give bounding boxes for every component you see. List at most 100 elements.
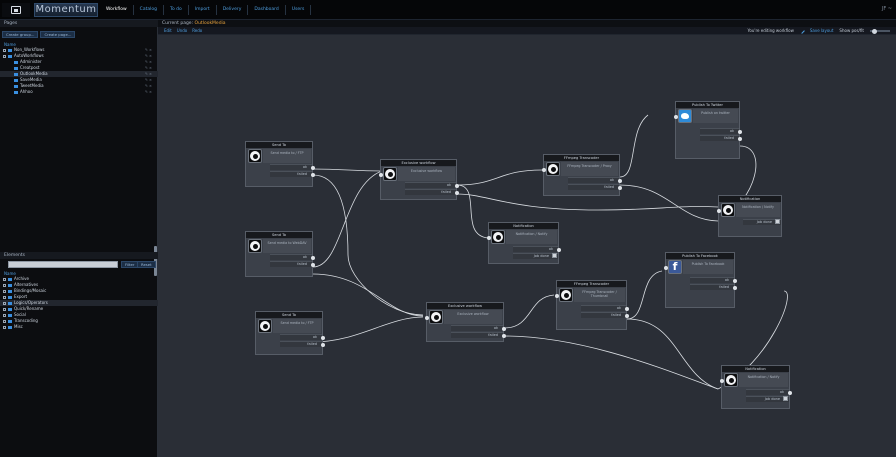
output-port-failed[interactable]: failed [270,261,315,267]
expand-icon[interactable] [3,313,6,317]
elements-search-input[interactable] [8,261,118,268]
port-connector[interactable] [310,172,315,177]
workflow-node-exclusive[interactable]: Exclusive workflow Exclusive workflow ok… [378,159,459,200]
app-logo[interactable] [2,3,30,17]
output-port-ok[interactable]: ok [513,246,561,252]
port-connector[interactable] [787,390,792,395]
expand-icon[interactable] [3,48,6,52]
tree-item-ahhoo[interactable]: Ahhoo ✎ × [0,89,158,95]
port-connector[interactable] [310,165,315,170]
port-connector[interactable] [501,333,506,338]
output-port-failed[interactable]: failed [568,184,622,190]
port-connector[interactable] [624,313,629,318]
node-description: Send media to / FTP [263,149,311,163]
input-port-connector[interactable] [719,379,724,383]
input-port-connector[interactable] [716,209,721,213]
workflow-node-notification[interactable]: Notification Notification / Notify ok Jo… [719,365,792,409]
workflow-node-send-to[interactable]: Send To Send media to / FTP ok failed [255,311,325,355]
input-port-connector[interactable] [663,266,668,270]
editor-toolbar: Edit Undo Redo You're editing workflow S… [158,27,896,35]
filter-button[interactable]: Filter [121,261,139,268]
output-port-ok[interactable]: ok [581,305,629,311]
output-port-failed[interactable]: failed [270,171,315,177]
element-group-misc[interactable]: Misc [0,324,158,330]
output-port-ok[interactable]: ok [270,164,315,170]
menu-todo[interactable]: To do [164,5,189,15]
menu-workflow[interactable]: Workflow [100,5,134,15]
output-port-failed[interactable]: failed [581,312,629,318]
input-port-connector[interactable] [554,294,559,298]
redo-button[interactable]: Redo [192,28,202,34]
menu-users[interactable]: Users [286,5,312,15]
port-connector[interactable] [732,278,737,283]
input-port-connector[interactable] [486,236,491,240]
port-connector[interactable] [617,178,622,183]
port-connector[interactable] [556,247,561,252]
input-port-connector[interactable] [541,168,546,172]
port-connector[interactable] [310,255,315,260]
workflow-node-twitter[interactable]: Publish To Twitter Publish on twitter ok… [673,101,742,159]
port-connector[interactable] [737,136,742,141]
output-port-failed[interactable]: failed [700,135,742,141]
workflow-canvas[interactable]: Send To Send media to / FTP ok failed Se… [158,35,896,457]
port-connector[interactable] [454,183,459,188]
undo-button[interactable]: Undo [177,28,187,34]
port-connector[interactable] [310,262,315,267]
output-port-failed[interactable]: failed [690,284,737,290]
menu-delivery[interactable]: Delivery [217,5,249,15]
output-port-ok[interactable]: ok [700,128,742,134]
expand-icon[interactable] [3,301,6,305]
workflow-node-ffmpeg[interactable]: FFmpeg Transcoder FFmpeg Transcoder / Th… [554,280,629,330]
port-connector[interactable] [732,285,737,290]
expand-icon[interactable] [3,283,6,287]
create-group-button[interactable]: Create group... [2,31,39,38]
expand-icon[interactable] [3,289,6,293]
workflow-node-ffmpeg[interactable]: FFmpeg Transcoder FFmpeg Transcoder / Pr… [541,154,622,196]
output-port-failed[interactable]: failed [405,189,459,195]
output-port-failed[interactable]: failed [451,332,506,338]
job-done-button[interactable] [783,396,788,401]
output-port-ok[interactable]: ok [690,277,737,283]
expand-icon[interactable] [3,277,6,281]
port-connector[interactable] [617,185,622,190]
create-page-button[interactable]: Create page... [40,31,76,38]
workflow-node-exclusive[interactable]: Exclusive workflow Exclusive workflow ok… [424,302,506,342]
workflow-node-notification[interactable]: Notification Notification / Notify Job d… [716,195,782,237]
workflow-node-facebook[interactable]: Publish To Facebook f Publish To Faceboo… [663,252,737,308]
zoom-slider[interactable] [870,28,890,34]
expand-icon[interactable] [3,325,6,329]
output-port-ok[interactable]: ok [451,325,506,331]
port-connector[interactable] [737,129,742,134]
output-port-ok[interactable]: ok [270,254,315,260]
input-port-connector[interactable] [673,115,678,119]
port-connector[interactable] [501,326,506,331]
collapse-icon[interactable] [3,54,6,58]
edit-button[interactable]: Edit [164,28,172,34]
job-done-button[interactable] [775,219,780,224]
input-port-connector[interactable] [424,316,429,320]
port-connector[interactable] [454,190,459,195]
edit-icon[interactable]: ✎ × [145,89,152,95]
menu-catalog[interactable]: Catalog [134,5,164,15]
menu-dashboard[interactable]: Dashboard [248,5,286,15]
menu-import[interactable]: Import [189,5,217,15]
expand-icon[interactable] [3,307,6,311]
output-port-ok[interactable]: ok [746,389,792,395]
save-layout-button[interactable]: Save layout [810,28,834,34]
expand-icon[interactable] [3,319,6,323]
expand-icon[interactable] [3,295,6,299]
port-connector[interactable] [624,306,629,311]
workflow-node-send-to[interactable]: Send To Send media to WebDAV ok failed [245,231,315,277]
workflow-node-notification[interactable]: Notification Notification / Notify ok Jo… [486,222,561,264]
job-done-button[interactable] [552,253,557,258]
reset-button[interactable]: Reset [137,261,156,268]
output-port-ok[interactable]: ok [405,182,459,188]
port-connector[interactable] [320,335,325,340]
output-port-failed[interactable]: failed [280,341,325,347]
input-port-connector[interactable] [378,173,383,177]
workflow-node-send-to[interactable]: Send To Send media to / FTP ok failed [245,141,315,187]
port-connector[interactable] [320,342,325,347]
user-menu[interactable]: JF ~ [882,6,892,12]
output-port-ok[interactable]: ok [280,334,325,340]
output-port-ok[interactable]: ok [568,177,622,183]
